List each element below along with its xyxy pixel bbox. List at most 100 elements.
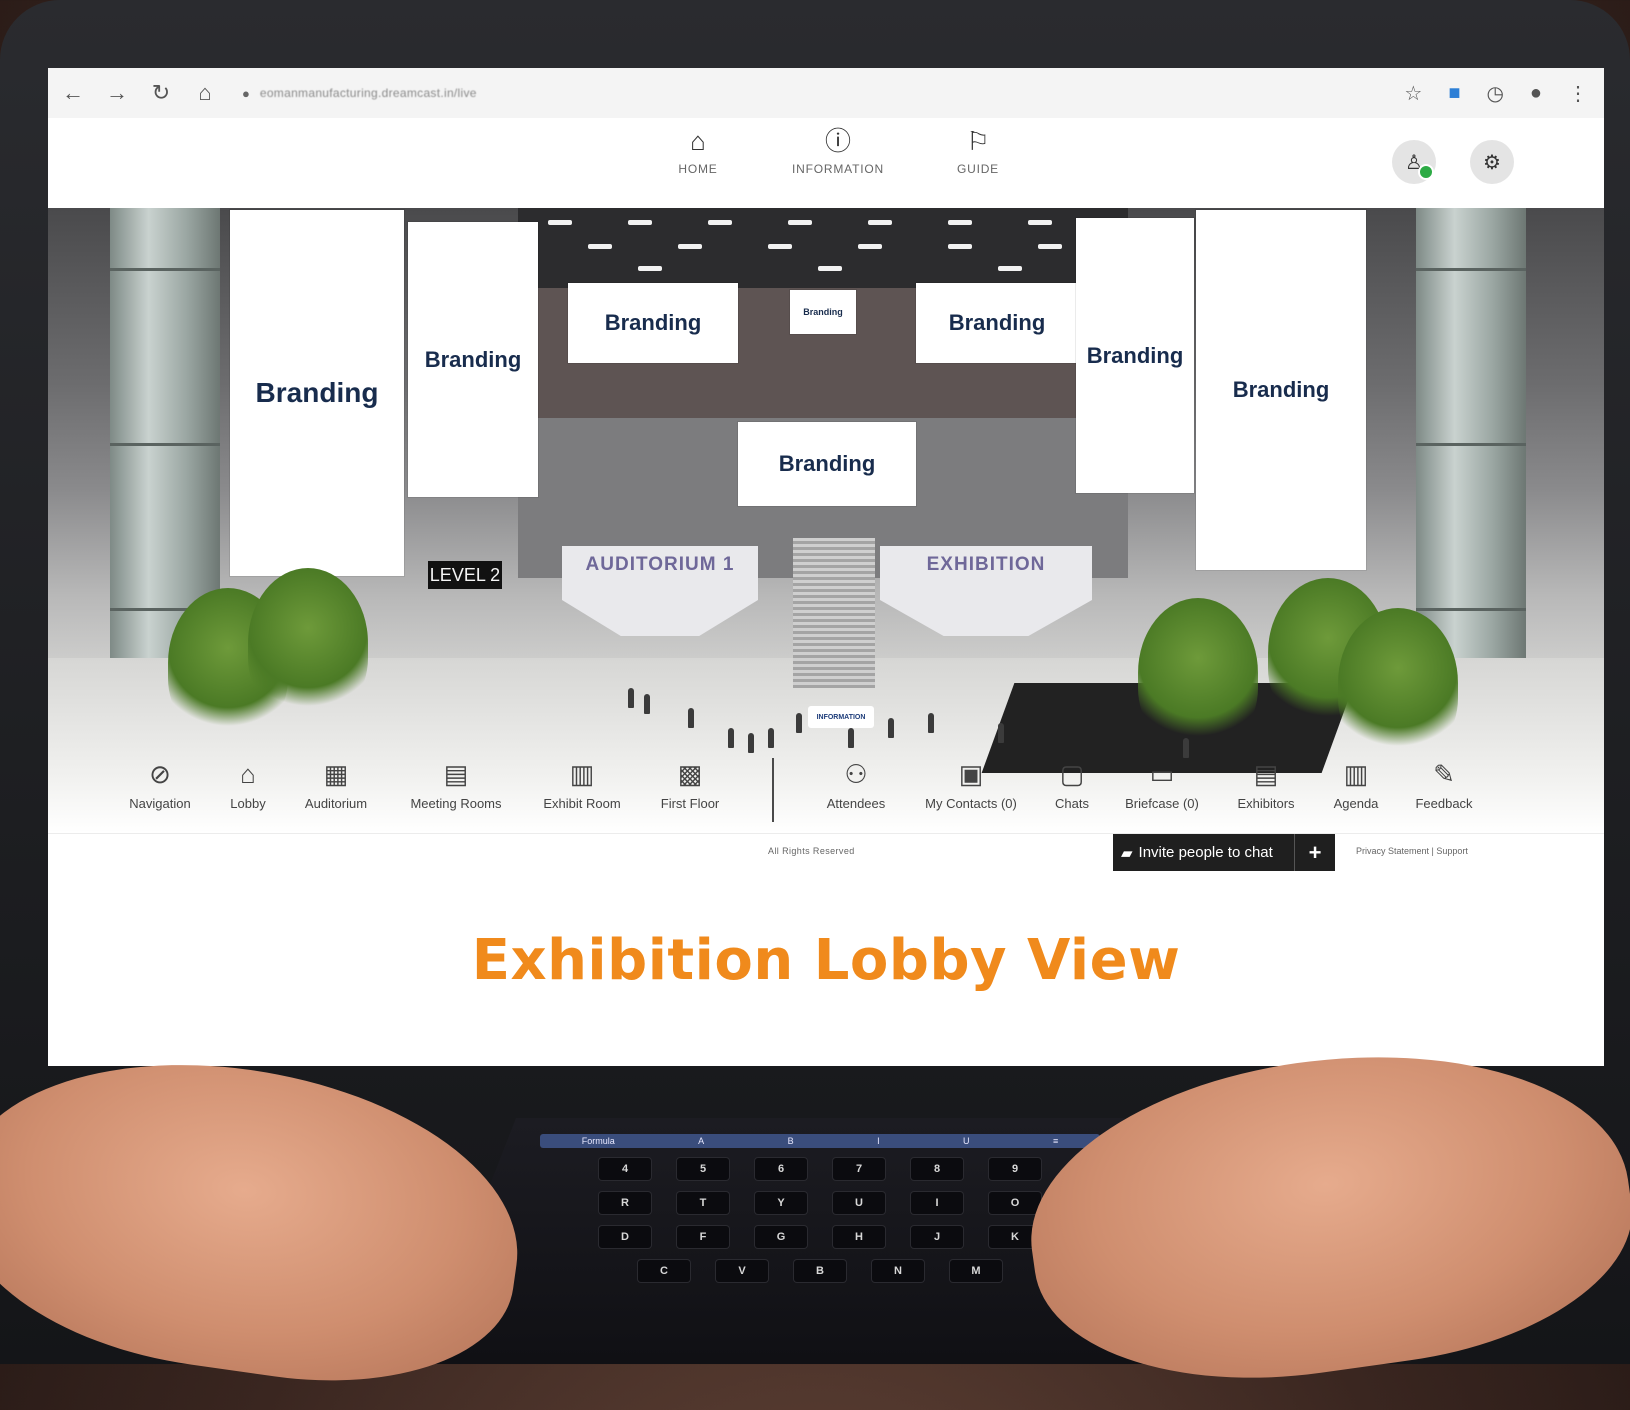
branding-banner[interactable]: Branding xyxy=(1076,218,1194,493)
laptop-screen: ← → ↻ ⌂ ● eomanmanufacturing.dreamcast.i… xyxy=(48,68,1604,1066)
toolbar-exhibit-room[interactable]: ▥ Exhibit Room xyxy=(522,758,642,811)
toolbar-label: Attendees xyxy=(826,796,886,811)
top-nav-label: GUIDE xyxy=(956,162,999,176)
lobby-scene[interactable]: Branding Branding Branding Branding Bran… xyxy=(48,208,1604,833)
touchbar-key: Formula xyxy=(581,1136,615,1146)
feedback-icon: ✎ xyxy=(1433,759,1455,789)
key: V xyxy=(716,1260,768,1282)
invite-label: Invite people to chat xyxy=(1138,844,1273,861)
lock-icon: ● xyxy=(242,85,250,101)
branding-banner[interactable]: Branding xyxy=(738,422,916,506)
key: B xyxy=(794,1260,846,1282)
reload-icon[interactable]: ↻ xyxy=(150,80,172,106)
key: O xyxy=(989,1192,1041,1214)
touch-bar: Formula A B I U ≡ xyxy=(540,1134,1100,1148)
info-icon: ⓘ xyxy=(824,126,851,156)
signpost-icon: ⚐ xyxy=(966,126,990,156)
key: 6 xyxy=(755,1158,807,1180)
key: I xyxy=(911,1192,963,1214)
branding-banner[interactable]: Branding xyxy=(230,210,404,576)
key: G xyxy=(755,1226,807,1248)
app-header: ⌂ HOME ⓘ INFORMATION ⚐ GUIDE ♙ ⚙ xyxy=(48,118,1604,208)
branding-banner[interactable]: Branding xyxy=(408,222,538,497)
touchbar-key: ≡ xyxy=(1052,1136,1059,1146)
top-nav: ⌂ HOME ⓘ INFORMATION ⚐ GUIDE xyxy=(628,124,1048,176)
address-url[interactable]: eomanmanufacturing.dreamcast.in/live xyxy=(260,86,477,100)
top-nav-information[interactable]: ⓘ INFORMATION xyxy=(768,124,908,176)
touchbar-key: U xyxy=(963,1136,970,1146)
palm-tree xyxy=(1138,598,1258,748)
footer-links[interactable]: Privacy Statement | Support xyxy=(1356,846,1468,856)
escalator xyxy=(793,538,875,688)
key: Y xyxy=(755,1192,807,1214)
branding-banner[interactable]: Branding xyxy=(1196,210,1366,570)
top-nav-guide[interactable]: ⚐ GUIDE xyxy=(908,124,1048,176)
toolbar-label: Exhibit Room xyxy=(543,796,621,811)
clock-icon[interactable]: ◷ xyxy=(1486,81,1503,106)
people-icon: ⚇ xyxy=(844,759,868,789)
information-desk[interactable]: INFORMATION xyxy=(808,706,874,728)
top-nav-label: INFORMATION xyxy=(792,162,884,176)
invite-plus-button[interactable]: + xyxy=(1294,834,1335,871)
left-hand xyxy=(0,1032,539,1408)
home-icon: ⌂ xyxy=(690,126,706,156)
toolbar-attendees[interactable]: ⚇ Attendees xyxy=(796,758,916,811)
forward-icon[interactable]: → xyxy=(106,80,128,106)
toolbar-label: Meeting Rooms xyxy=(410,796,502,811)
exhibition-sign[interactable]: EXHIBITION xyxy=(880,546,1092,636)
gear-icon: ⚙ xyxy=(1483,151,1501,174)
toolbar-label: First Floor xyxy=(660,796,720,811)
toolbar-meeting-rooms[interactable]: ▤ Meeting Rooms xyxy=(396,758,516,811)
branding-banner[interactable]: Branding xyxy=(568,283,738,363)
branding-banner[interactable]: Branding xyxy=(790,290,856,334)
toolbar-label: Auditorium xyxy=(304,796,368,811)
toolbar-feedback[interactable]: ✎ Feedback xyxy=(1384,758,1504,811)
address-bar[interactable]: ● eomanmanufacturing.dreamcast.in/live xyxy=(242,80,572,106)
building-icon: ▩ xyxy=(677,759,703,789)
browser-toolbar: ← → ↻ ⌂ ● eomanmanufacturing.dreamcast.i… xyxy=(48,68,1604,119)
online-status-icon xyxy=(1418,164,1434,180)
key: C xyxy=(638,1260,690,1282)
palm-tree xyxy=(248,568,368,718)
page-footer: All Rights Reserved ▰ Invite people to c… xyxy=(48,833,1604,871)
copyright-text: All Rights Reserved xyxy=(768,846,855,856)
top-nav-home[interactable]: ⌂ HOME xyxy=(628,124,768,176)
exhibit-icon: ▥ xyxy=(569,759,595,789)
key: R xyxy=(599,1192,651,1214)
key: F xyxy=(677,1226,729,1248)
chat-bubble-icon: ▰ xyxy=(1121,844,1133,862)
touchbar-key: B xyxy=(787,1136,794,1146)
home-icon[interactable]: ⌂ xyxy=(194,80,216,106)
invite-chat-bar: ▰ Invite people to chat + xyxy=(1113,834,1335,871)
auditorium-icon: ▦ xyxy=(323,759,349,789)
toolbar-auditorium[interactable]: ▦ Auditorium xyxy=(276,758,396,811)
browser-nav: ← → ↻ ⌂ xyxy=(62,80,216,106)
laptop-frame: ← → ↻ ⌂ ● eomanmanufacturing.dreamcast.i… xyxy=(0,0,1630,1410)
page-caption: Exhibition Lobby View xyxy=(471,928,1181,993)
key: M xyxy=(950,1260,1002,1282)
branding-banner[interactable]: Branding xyxy=(916,283,1078,363)
level-2-sign[interactable]: LEVEL 2 xyxy=(428,561,502,589)
key: D xyxy=(599,1226,651,1248)
key: 5 xyxy=(677,1158,729,1180)
back-icon[interactable]: ← xyxy=(62,80,84,106)
palm-tree xyxy=(1338,608,1458,758)
toolbar-first-floor[interactable]: ▩ First Floor xyxy=(630,758,750,811)
star-icon[interactable]: ☆ xyxy=(1404,81,1422,106)
meeting-icon: ▤ xyxy=(443,759,469,789)
settings-button[interactable]: ⚙ xyxy=(1470,140,1514,184)
invite-people-button[interactable]: ▰ Invite people to chat xyxy=(1113,844,1294,862)
windows-icon[interactable]: ■ xyxy=(1448,82,1460,105)
touchbar-key: I xyxy=(877,1136,880,1146)
bottom-toolbar: ⊘ Navigation ⌂ Lobby ▦ Auditorium ▤ Meet… xyxy=(48,758,1604,834)
browser-actions: ☆ ■ ◷ ● ⋮ xyxy=(1404,81,1588,106)
top-nav-label: HOME xyxy=(678,162,718,176)
user-profile-button[interactable]: ♙ xyxy=(1392,140,1436,184)
toolbar-label: Feedback xyxy=(1415,796,1473,811)
toolbar-briefcase[interactable]: ▭ Briefcase (0) xyxy=(1102,758,1222,811)
key: N xyxy=(872,1260,924,1282)
menu-icon[interactable]: ⋮ xyxy=(1568,81,1588,106)
profile-icon[interactable]: ● xyxy=(1530,82,1542,105)
auditorium-1-sign[interactable]: AUDITORIUM 1 xyxy=(562,546,758,636)
folder-icon: ▭ xyxy=(1149,759,1175,789)
